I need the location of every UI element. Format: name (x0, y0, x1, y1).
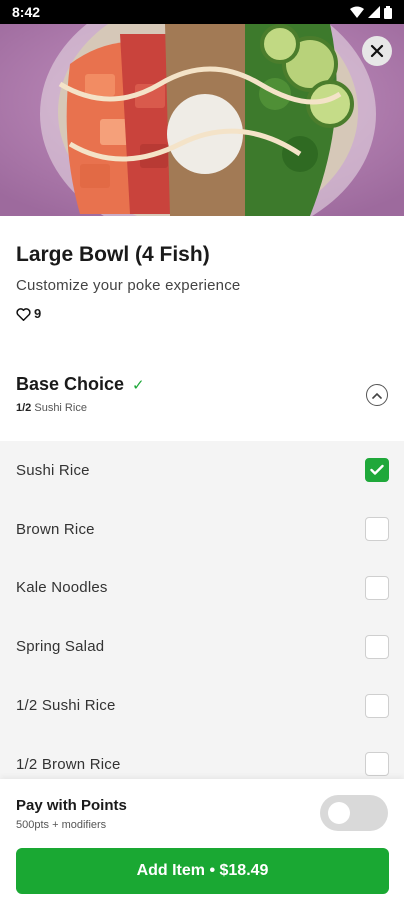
like-count: 9 (34, 306, 42, 321)
selected-summary: Sushi Rice (34, 402, 87, 414)
section-title: Base Choice ✓ (16, 374, 145, 395)
section-title-text: Base Choice (16, 374, 125, 394)
toggle-knob (328, 802, 350, 824)
add-item-button[interactable]: Add Item • $18.49 (16, 848, 389, 894)
base-choice-header[interactable]: Base Choice ✓ 1/2 Sushi Rice (0, 364, 404, 440)
close-button[interactable] (362, 36, 392, 66)
poke-bowl-image (0, 24, 404, 216)
option-spring-salad[interactable]: Spring Salad (0, 617, 404, 676)
chevron-up-icon (372, 392, 382, 399)
option-brown-rice[interactable]: Brown Rice (0, 500, 404, 559)
option-checkbox[interactable] (365, 693, 389, 718)
option-checkbox[interactable] (365, 575, 389, 600)
option-label: Kale Noodles (16, 579, 108, 597)
battery-icon (384, 5, 392, 19)
item-subtitle: Customize your poke experience (16, 277, 241, 294)
option-list: Sushi Rice Brown Rice Kale Noodles Sprin… (0, 441, 404, 779)
option-half-sushi-rice[interactable]: 1/2 Sushi Rice (0, 676, 404, 735)
pay-with-points-label: Pay with Points (16, 797, 127, 814)
status-icons (350, 5, 392, 19)
option-checkbox[interactable] (365, 517, 389, 542)
pay-with-points-toggle[interactable] (320, 795, 388, 831)
option-checkbox[interactable] (365, 634, 389, 659)
wifi-icon (350, 6, 364, 18)
signal-icon (368, 6, 380, 18)
check-icon: ✓ (132, 376, 145, 394)
heart-icon (16, 307, 31, 321)
option-label: Spring Salad (16, 638, 105, 656)
option-checkbox[interactable] (365, 458, 389, 483)
option-half-brown-rice[interactable]: 1/2 Brown Rice (0, 735, 404, 779)
option-label: 1/2 Brown Rice (16, 755, 121, 773)
section-summary: 1/2 Sushi Rice (16, 402, 87, 414)
close-icon (370, 44, 384, 58)
status-bar: 8:42 (0, 0, 404, 24)
like-control[interactable]: 9 (16, 306, 41, 321)
checkmark-icon (370, 465, 384, 476)
item-hero-image (0, 24, 404, 216)
option-label: Sushi Rice (16, 461, 90, 479)
option-label: Brown Rice (16, 520, 95, 538)
option-label: 1/2 Sushi Rice (16, 697, 116, 715)
selected-count: 1/2 (16, 402, 32, 414)
collapse-button[interactable] (366, 384, 388, 406)
item-title: Large Bowl (4 Fish) (16, 243, 210, 266)
status-time: 8:42 (12, 4, 41, 20)
option-checkbox[interactable] (365, 752, 389, 777)
option-sushi-rice[interactable]: Sushi Rice (0, 441, 404, 500)
option-kale-noodles[interactable]: Kale Noodles (0, 559, 404, 618)
pay-with-points-subtitle: 500pts + modifiers (16, 819, 107, 831)
bottom-action-bar: Pay with Points 500pts + modifiers Add I… (0, 779, 404, 900)
